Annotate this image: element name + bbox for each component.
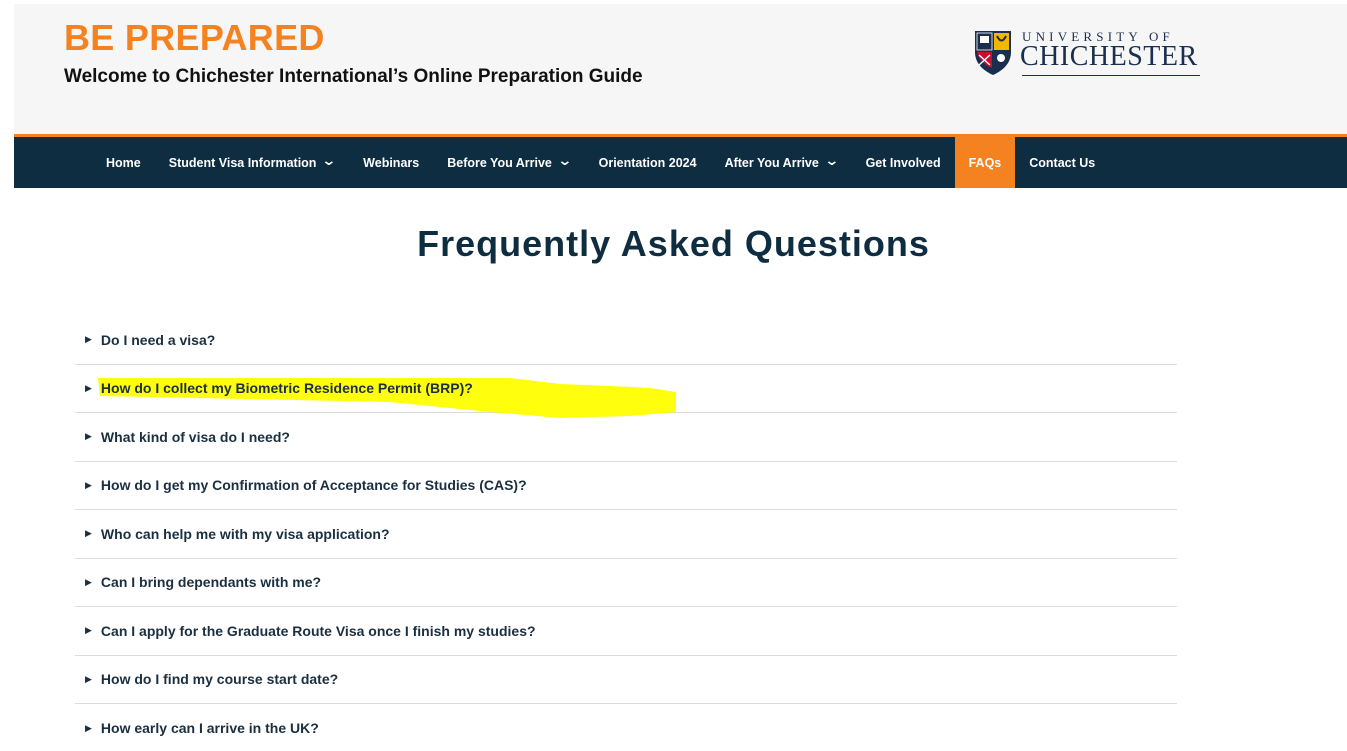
triangle-right-icon[interactable]: ▶ (85, 528, 92, 539)
nav-item-contact-us[interactable]: Contact Us (1015, 137, 1109, 188)
triangle-right-icon[interactable]: ▶ (85, 334, 92, 345)
faq-item[interactable]: ▶ Can I apply for the Graduate Route Visa… (75, 607, 1177, 656)
nav-item-label: Get Involved (865, 155, 941, 170)
faq-question[interactable]: How do I collect my Biometric Residence … (101, 380, 473, 396)
site-header: BE PREPARED Welcome to Chichester Intern… (14, 4, 1347, 134)
chevron-down-icon[interactable]: ⌄ (824, 153, 839, 167)
faq-question[interactable]: Who can help me with my visa application… (101, 526, 390, 542)
faq-item[interactable]: ▶ Who can help me with my visa applicatio… (75, 510, 1177, 559)
faq-item[interactable]: ▶ How do I collect my Biometric Residence… (75, 365, 1177, 413)
faq-item[interactable]: ▶ Do I need a visa? (75, 316, 1177, 365)
triangle-right-icon[interactable]: ▶ (85, 383, 92, 394)
nav-item-label: Webinars (363, 155, 420, 170)
faq-item[interactable]: ▶ How early can I arrive in the UK? (75, 704, 1177, 751)
faq-question[interactable]: How do I get my Confirmation of Acceptan… (101, 477, 527, 493)
university-crest-icon (975, 31, 1011, 75)
triangle-right-icon[interactable]: ▶ (85, 674, 92, 685)
nav-item-label: Home (106, 155, 141, 170)
faq-question[interactable]: Can I bring dependants with me? (101, 574, 321, 590)
nav-item-after-you-arrive[interactable]: After You Arrive ⌄ (711, 137, 852, 188)
nav-item-label: Student Visa Information (168, 155, 317, 170)
triangle-right-icon[interactable]: ▶ (85, 577, 92, 588)
faq-item[interactable]: ▶ How do I find my course start date? (75, 656, 1177, 704)
nav-item-label: FAQs (968, 155, 1002, 170)
nav-item-home[interactable]: Home (92, 137, 155, 188)
nav-item-label: After You Arrive (724, 155, 819, 170)
faq-item[interactable]: ▶ What kind of visa do I need? (75, 413, 1177, 462)
site-title[interactable]: BE PREPARED (64, 18, 325, 58)
nav-item-label: Orientation 2024 (598, 155, 697, 170)
triangle-right-icon[interactable]: ▶ (85, 723, 92, 734)
logo-main-text: CHICHESTER (1020, 41, 1198, 72)
triangle-right-icon[interactable]: ▶ (85, 431, 92, 442)
faq-item[interactable]: ▶ Can I bring dependants with me? (75, 559, 1177, 607)
nav-item-label: Contact Us (1029, 155, 1096, 170)
main-navigation: Home Student Visa Information ⌄ Webinars Bef… (14, 134, 1347, 188)
faq-list: ▶ Do I need a visa? ▶ How do I collect my B… (75, 316, 1177, 751)
faq-question[interactable]: How do I find my course start date? (101, 671, 338, 687)
faq-question[interactable]: Do I need a visa? (101, 332, 215, 348)
nav-item-get-involved[interactable]: Get Involved (852, 137, 955, 188)
faq-question[interactable]: Can I apply for the Graduate Route Visa … (101, 623, 536, 639)
faq-question[interactable]: How early can I arrive in the UK? (101, 720, 319, 736)
nav-item-student-visa-information[interactable]: Student Visa Information ⌄ (155, 137, 349, 188)
chevron-down-icon[interactable]: ⌄ (557, 153, 572, 167)
nav-item-orientation-2024[interactable]: Orientation 2024 (585, 137, 711, 188)
nav-list: Home Student Visa Information ⌄ Webinars Bef… (92, 137, 1109, 188)
nav-item-before-you-arrive[interactable]: Before You Arrive ⌄ (433, 137, 584, 188)
logo-underline (1022, 75, 1200, 76)
nav-item-webinars[interactable]: Webinars (349, 137, 433, 188)
page-title: Frequently Asked Questions (417, 223, 930, 264)
nav-item-label: Before You Arrive (447, 155, 552, 170)
university-logo[interactable]: UNIVERSITY OF CHICHESTER (974, 28, 1204, 84)
faq-question[interactable]: What kind of visa do I need? (101, 429, 290, 445)
nav-item-faqs[interactable]: FAQs (954, 137, 1016, 188)
faq-item[interactable]: ▶ How do I get my Confirmation of Accepta… (75, 462, 1177, 510)
triangle-right-icon[interactable]: ▶ (85, 480, 92, 491)
site-subtitle: Welcome to Chichester International’s On… (64, 66, 643, 87)
chevron-down-icon[interactable]: ⌄ (322, 153, 337, 167)
triangle-right-icon[interactable]: ▶ (85, 625, 92, 636)
